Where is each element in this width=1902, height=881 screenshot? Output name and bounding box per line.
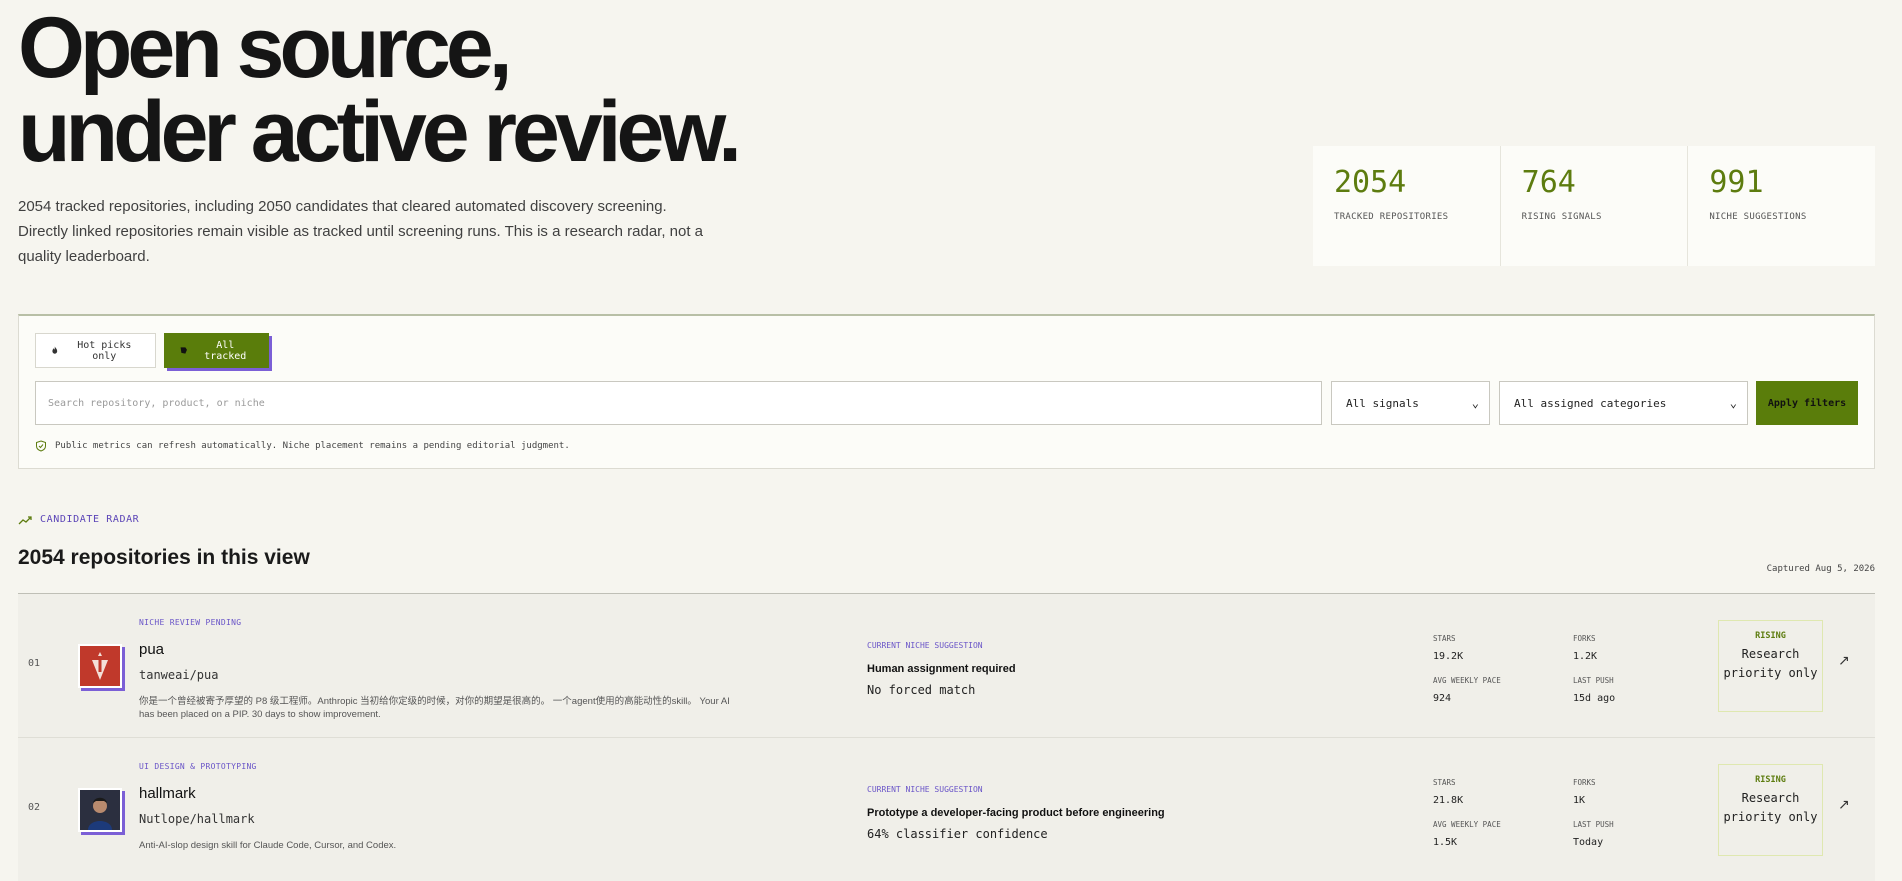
pace-value: 924 — [1433, 693, 1452, 704]
flame-icon — [52, 346, 58, 354]
categories-select[interactable]: All assigned categories ⌄ — [1499, 381, 1748, 425]
table-row[interactable]: 01 NICHE REVIEW PENDING pua tanweai/pua … — [18, 594, 1875, 738]
signals-select-value: All signals — [1346, 396, 1419, 410]
avatar — [78, 788, 122, 832]
hero-title-line-2: under active review. — [18, 84, 742, 180]
stars-label: STARS — [1433, 634, 1456, 643]
push-value: Today — [1573, 837, 1604, 848]
push-value: 15d ago — [1573, 693, 1616, 704]
signals-select[interactable]: All signals ⌄ — [1331, 381, 1490, 425]
forks-value: 1K — [1573, 795, 1586, 806]
apply-filters-button[interactable]: Apply filters — [1756, 381, 1858, 425]
stars-value: 21.8K — [1433, 795, 1464, 806]
suggestion-detail: No forced match — [867, 683, 976, 697]
radar-title: 2054 repositories in this view — [18, 546, 310, 569]
external-link-icon[interactable]: ↗ — [1838, 652, 1850, 669]
stat-label: NICHE SUGGESTIONS — [1709, 212, 1807, 222]
forks-value: 1.2K — [1573, 651, 1598, 662]
status-text: Research priority only — [1723, 647, 1818, 680]
metrics-notice: Public metrics can refresh automatically… — [35, 440, 570, 452]
repo-path: Nutlope/hallmark — [139, 812, 255, 826]
suggestion-label: CURRENT NICHE SUGGESTION — [867, 641, 983, 650]
push-label: LAST PUSH — [1573, 676, 1614, 685]
search-input[interactable] — [35, 381, 1322, 425]
stars-label: STARS — [1433, 778, 1456, 787]
status-badge: RISING Research priority only — [1718, 620, 1823, 712]
hero-title: Open source, under active review. — [18, 0, 742, 180]
repo-description: 你是一个曾经被寄予厚望的 P8 级工程师。Anthropic 当初给你定级的时候… — [139, 696, 730, 720]
pace-label: AVG WEEKLY PACE — [1433, 676, 1501, 685]
categories-select-value: All assigned categories — [1514, 396, 1667, 410]
push-label: LAST PUSH — [1573, 820, 1614, 829]
row-rank: 01 — [28, 658, 41, 669]
radar-kicker-text: CANDIDATE RADAR — [40, 514, 140, 525]
niche-tag: UI DESIGN & PROTOTYPING — [139, 762, 257, 771]
repo-name[interactable]: hallmark — [139, 785, 196, 802]
suggestion-title: Human assignment required — [867, 663, 1016, 675]
forks-label: FORKS — [1573, 634, 1596, 643]
chevron-down-icon: ⌄ — [1729, 396, 1737, 410]
chevron-down-icon: ⌄ — [1471, 396, 1479, 410]
metrics-notice-text: Public metrics can refresh automatically… — [55, 441, 570, 451]
forks-label: FORKS — [1573, 778, 1596, 787]
trending-up-icon — [18, 515, 32, 524]
stat-tracked: 2054 TRACKED REPOSITORIES — [1313, 146, 1501, 266]
status-tag: RISING — [1755, 631, 1786, 641]
all-tracked-label: All tracked — [204, 339, 247, 362]
radar-kicker: CANDIDATE RADAR — [18, 514, 139, 525]
pace-value: 1.5K — [1433, 837, 1458, 848]
stat-value: 2054 — [1334, 165, 1407, 200]
stat-label: TRACKED REPOSITORIES — [1334, 212, 1449, 222]
radar-icon — [180, 347, 187, 354]
pace-label: AVG WEEKLY PACE — [1433, 820, 1501, 829]
hero-description: 2054 tracked repositories, including 205… — [18, 198, 704, 265]
stats-panel: 2054 TRACKED REPOSITORIES 764 RISING SIG… — [1313, 146, 1875, 266]
hero-title-line-1: Open source, — [18, 0, 513, 96]
stars-value: 19.2K — [1433, 651, 1464, 662]
repo-name[interactable]: pua — [139, 641, 164, 658]
hot-picks-label: Hot picks only — [77, 339, 132, 362]
suggestion-title: Prototype a developer-facing product bef… — [867, 807, 1165, 819]
avatar — [78, 644, 122, 688]
external-link-icon[interactable]: ↗ — [1838, 796, 1850, 813]
row-rank: 02 — [28, 802, 41, 813]
filter-panel: Hot picks only All tracked All signals ⌄… — [18, 314, 1875, 469]
table-row[interactable]: 02 UI DESIGN & PROTOTYPING hallmark Nutl… — [18, 738, 1875, 881]
captured-date: Captured Aug 5, 2026 — [1766, 564, 1875, 574]
repo-path: tanweai/pua — [139, 668, 219, 682]
status-badge: RISING Research priority only — [1718, 764, 1823, 856]
suggestion-label: CURRENT NICHE SUGGESTION — [867, 785, 983, 794]
status-tag: RISING — [1755, 775, 1786, 785]
stat-rising: 764 RISING SIGNALS — [1501, 146, 1689, 266]
all-tracked-toggle[interactable]: All tracked — [164, 333, 269, 368]
niche-tag: NICHE REVIEW PENDING — [139, 618, 242, 627]
suggestion-detail: 64% classifier confidence — [867, 827, 1048, 841]
shield-check-icon — [36, 440, 46, 452]
stat-value: 764 — [1521, 165, 1576, 200]
status-text: Research priority only — [1723, 791, 1818, 824]
stat-value: 991 — [1709, 165, 1764, 200]
repo-description: Anti-AI-slop design skill for Claude Cod… — [139, 840, 397, 851]
hot-picks-toggle[interactable]: Hot picks only — [35, 333, 156, 368]
stat-label: RISING SIGNALS — [1521, 212, 1602, 222]
stat-niche: 991 NICHE SUGGESTIONS — [1688, 146, 1875, 266]
